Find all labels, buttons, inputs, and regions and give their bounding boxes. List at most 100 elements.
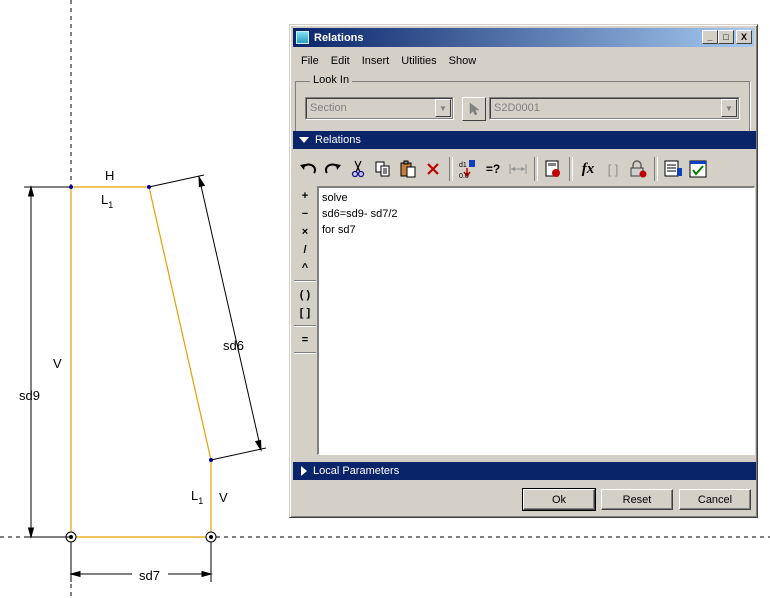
sort-relations-icon: d1 0.0 [459, 160, 475, 179]
parameters-icon [545, 160, 560, 177]
ok-button[interactable]: Ok [522, 488, 596, 511]
undo-icon [300, 163, 317, 174]
brackets-icon: [ ] [607, 161, 619, 177]
verify-button[interactable] [686, 157, 710, 181]
copy-icon [375, 161, 390, 177]
local-parameters-label: Local Parameters [313, 465, 400, 477]
dimension-sd6-label[interactable]: sd6 [223, 338, 244, 353]
close-icon: X [740, 31, 747, 42]
menu-file[interactable]: File [295, 51, 325, 70]
collapse-triangle-icon [299, 137, 309, 143]
operator-sidebar: + − × / ^ ( ) [ ] = [294, 187, 316, 358]
delete-x-icon [427, 163, 439, 175]
fx-icon: fx [581, 160, 595, 177]
constraint-l1-top-label: L1 [101, 192, 113, 210]
section-geometry[interactable] [70, 186, 212, 538]
dimension-sd6[interactable] [148, 174, 267, 461]
toolbar-separator [534, 157, 538, 181]
insert-function-button[interactable]: fx [576, 157, 600, 181]
brackets-button[interactable]: [ ] [294, 304, 316, 322]
minus-button[interactable]: − [294, 205, 316, 223]
brackets-button[interactable]: [ ] [601, 157, 625, 181]
list-icon [664, 160, 682, 177]
sort-relations-button[interactable]: d1 0.0 [456, 157, 480, 181]
edge-slanted[interactable] [148, 186, 212, 461]
maximize-icon: □ [723, 31, 729, 42]
constraint-v-left-label: V [53, 356, 62, 371]
locked-parameters-button[interactable] [626, 157, 650, 181]
origin-point-right[interactable] [205, 531, 217, 543]
look-in-object-value: S2D0001 [494, 102, 540, 114]
relation-line[interactable]: solve [322, 190, 751, 206]
toolbar-separator [449, 157, 453, 181]
minimize-button[interactable]: _ [702, 30, 718, 44]
toolbar-separator [569, 157, 573, 181]
checkmark-icon [689, 160, 707, 178]
delete-button[interactable] [421, 157, 445, 181]
undo-button[interactable] [296, 157, 320, 181]
pointer-arrow-icon [469, 102, 480, 116]
app-icon [296, 31, 309, 44]
dimension-sd9[interactable] [24, 185, 71, 539]
parameters-button[interactable] [541, 157, 565, 181]
cut-button[interactable] [346, 157, 370, 181]
toolbar-separator [654, 157, 658, 181]
relations-toolbar: d1 0.0 =? fx [ ] [296, 155, 711, 183]
grouping-operators: ( ) [ ] [294, 286, 316, 326]
menu-edit[interactable]: Edit [325, 51, 356, 70]
parentheses-button[interactable]: ( ) [294, 286, 316, 304]
local-parameters-section-header[interactable]: Local Parameters [293, 462, 756, 480]
reset-button[interactable]: Reset [601, 489, 673, 510]
menu-bar: File Edit Insert Utilities Show [295, 51, 482, 70]
maximize-button[interactable]: □ [718, 30, 734, 44]
paste-button[interactable] [396, 157, 420, 181]
minimize-icon: _ [707, 31, 713, 42]
dimension-sd7-label[interactable]: sd7 [139, 568, 160, 583]
relations-section-header[interactable]: Relations [293, 131, 756, 149]
select-object-button[interactable] [462, 97, 486, 121]
dialog-title: Relations [314, 31, 364, 44]
power-button[interactable]: ^ [294, 259, 316, 277]
svg-text:d1: d1 [459, 162, 467, 169]
svg-text:0.0: 0.0 [459, 173, 469, 179]
plus-button[interactable]: + [294, 187, 316, 205]
arithmetic-operators: + − × / ^ [294, 187, 316, 281]
look-in-object-select[interactable]: S2D0001 ▼ [489, 97, 739, 119]
menu-insert[interactable]: Insert [356, 51, 396, 70]
look-in-type-value: Section [310, 102, 347, 114]
redo-icon [324, 163, 341, 174]
redo-button[interactable] [321, 157, 345, 181]
relations-section-label: Relations [315, 134, 361, 146]
dimension-arrows-icon [509, 164, 527, 174]
relations-editor[interactable]: solve sd6=sd9- sd7/2 for sd7 [317, 186, 755, 455]
multiply-button[interactable]: × [294, 223, 316, 241]
equals-button[interactable]: = [294, 331, 316, 349]
constraint-h-label: H [105, 168, 114, 183]
relations-dialog: Relations _ □ X File Edit Insert Utiliti… [289, 24, 758, 518]
show-dimensions-button[interactable] [661, 157, 685, 181]
look-in-type-select[interactable]: Section ▼ [305, 97, 453, 119]
close-button[interactable]: X [736, 30, 752, 44]
dimension-display-button[interactable] [506, 157, 530, 181]
dimension-sd9-label[interactable]: sd9 [19, 388, 40, 403]
title-bar[interactable]: Relations _ □ X [293, 28, 754, 47]
look-in-legend: Look In [310, 74, 353, 86]
paste-icon [400, 160, 416, 178]
evaluate-label: =? [485, 162, 501, 176]
constraint-l1-right-label: L1 [191, 488, 203, 506]
copy-button[interactable] [371, 157, 395, 181]
relation-line[interactable]: sd6=sd9- sd7/2 [322, 206, 751, 222]
cancel-button[interactable]: Cancel [679, 489, 751, 510]
relation-line[interactable]: for sd7 [322, 222, 751, 238]
lock-icon [630, 160, 647, 178]
expand-triangle-icon [301, 466, 307, 476]
evaluate-button[interactable]: =? [481, 157, 505, 181]
divide-button[interactable]: / [294, 241, 316, 259]
menu-show[interactable]: Show [443, 51, 483, 70]
chevron-down-icon[interactable]: ▼ [721, 99, 737, 117]
chevron-down-icon[interactable]: ▼ [435, 99, 451, 117]
constraint-v-right-label: V [219, 490, 228, 505]
assignment-operators: = [294, 331, 316, 353]
menu-utilities[interactable]: Utilities [395, 51, 442, 70]
scissors-icon [351, 160, 365, 178]
